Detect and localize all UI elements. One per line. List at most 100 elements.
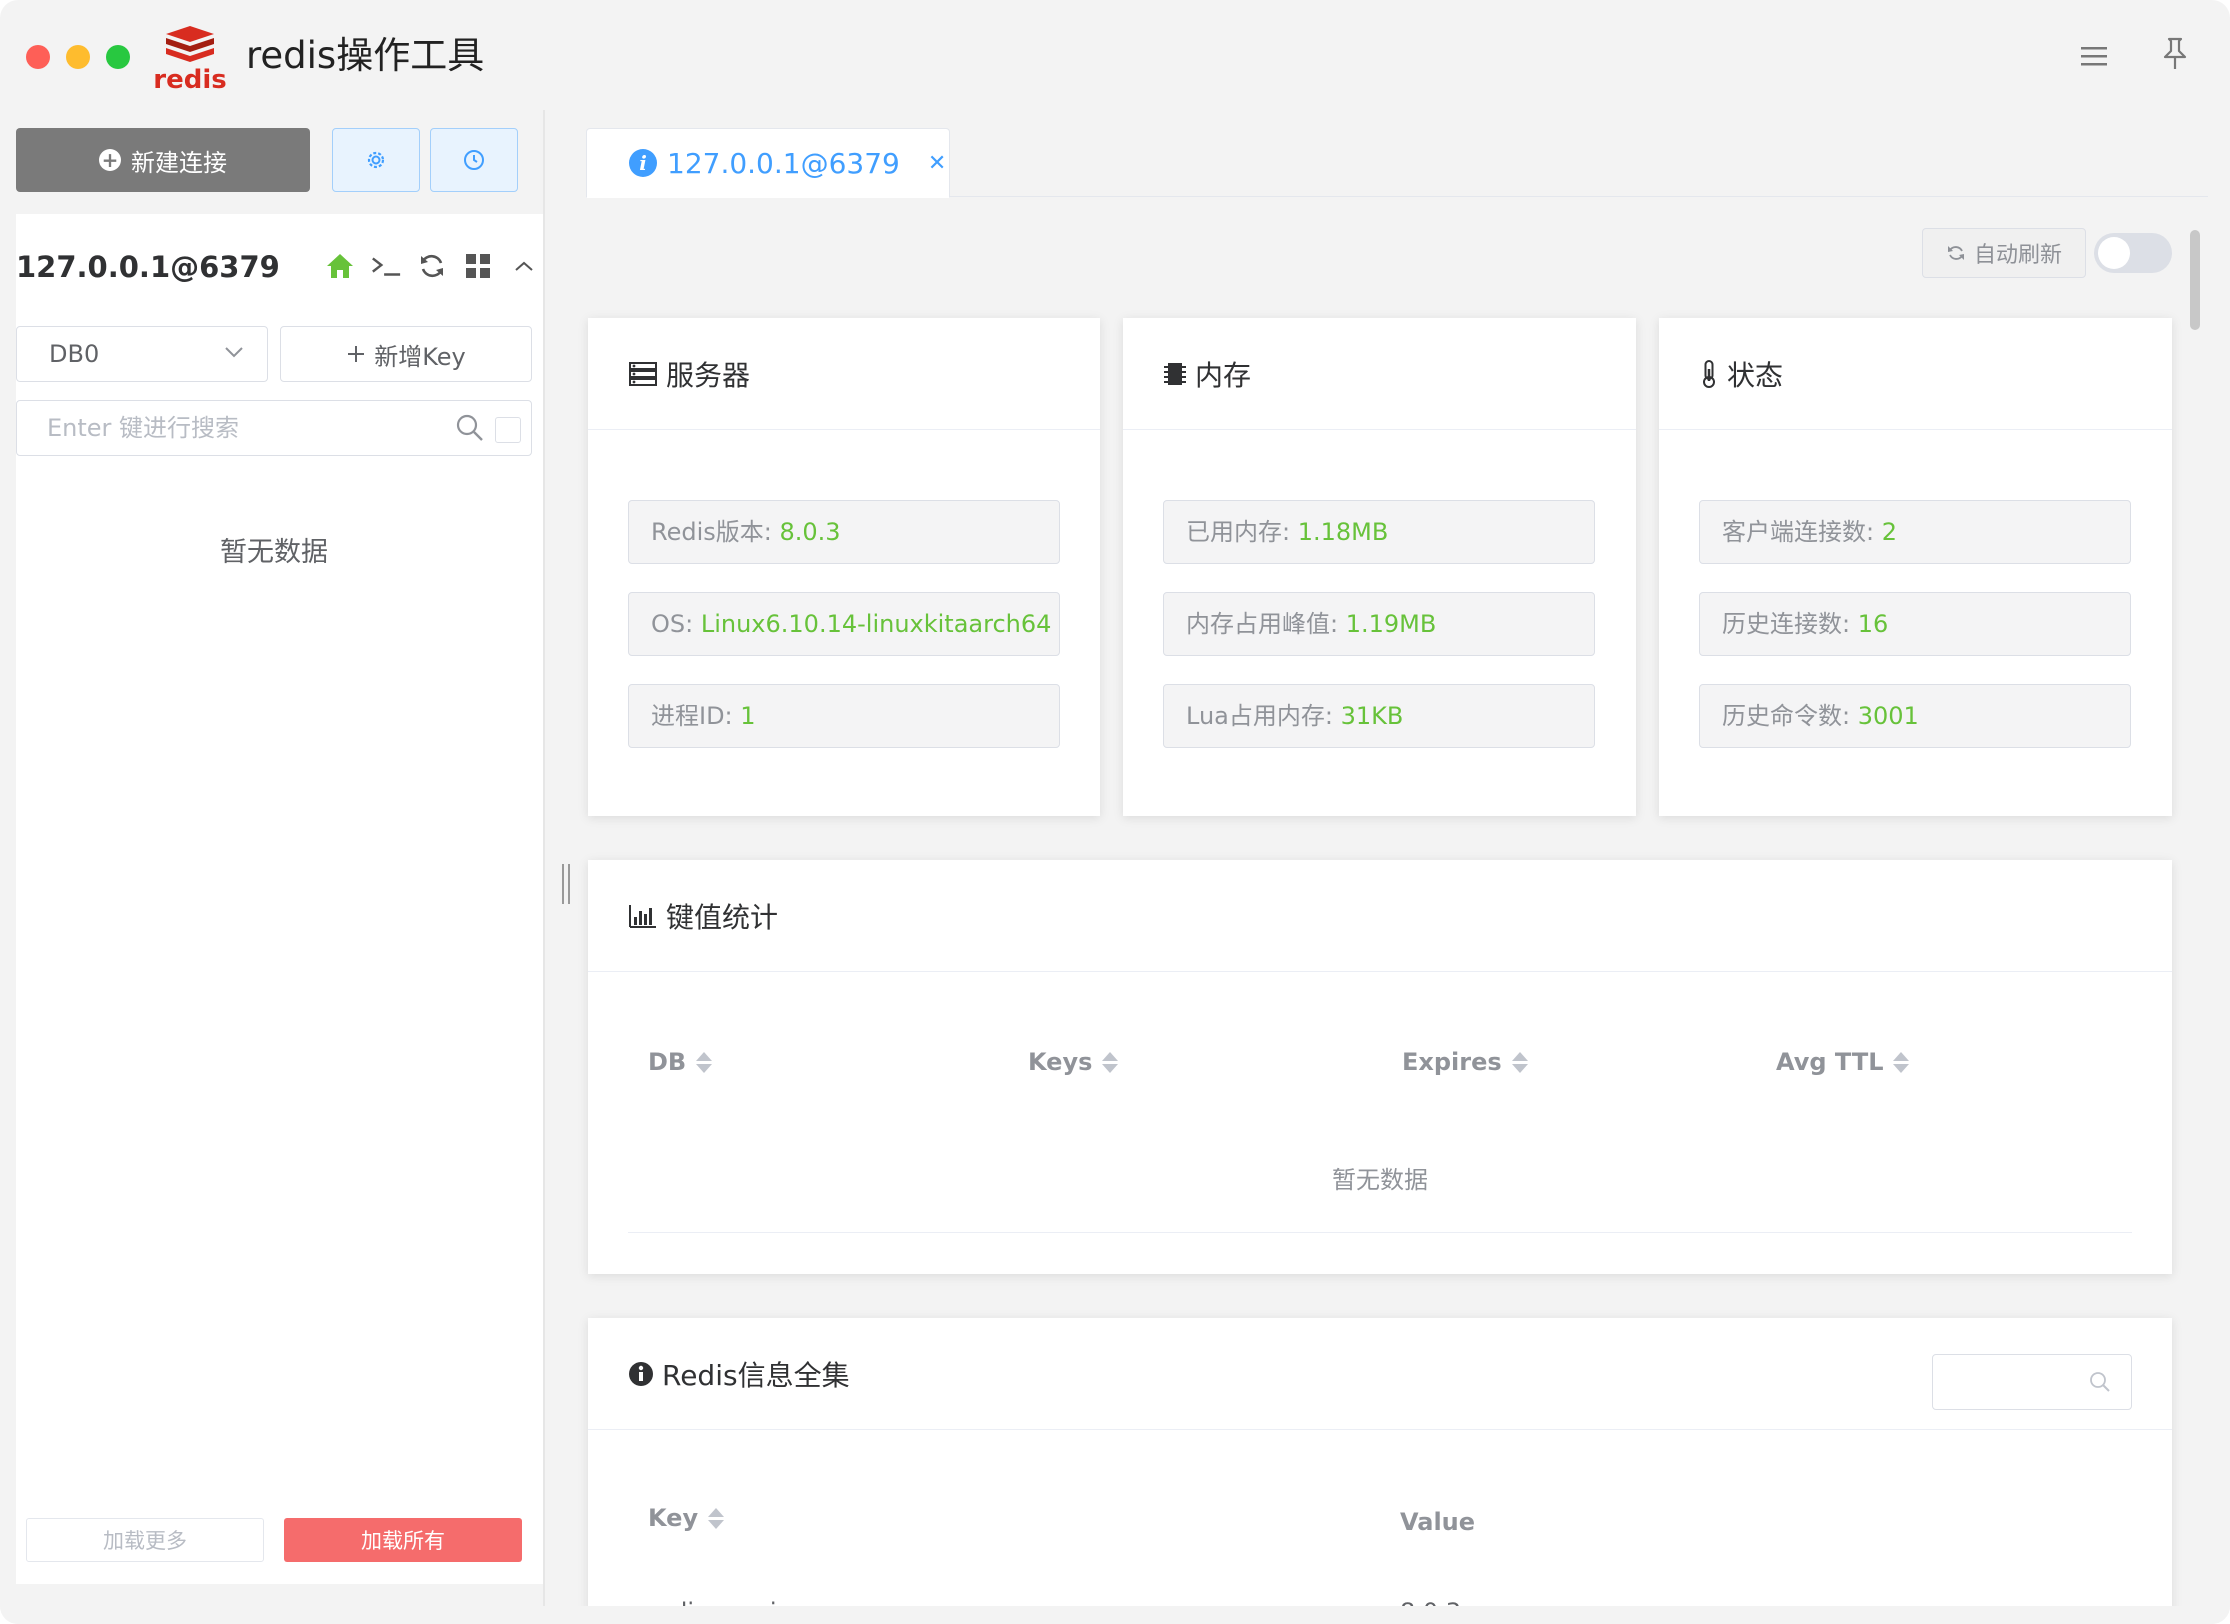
info-value: 1.19MB [1345,610,1437,638]
status-card: 状态 客户端连接数: 2 历史连接数: 16 历史命令数: 3001 [1659,318,2172,816]
redis-info-title: Redis信息全集 [662,1358,850,1392]
status-card-title: 状态 [1727,358,1784,392]
search-icon [2090,1372,2110,1392]
search-icon[interactable] [455,413,485,443]
grid-icon[interactable] [462,250,494,282]
key-search-input[interactable] [47,411,447,445]
auto-refresh-label: 自动刷新 [1973,243,2062,268]
history-button[interactable] [430,128,518,192]
chevron-up-icon[interactable] [508,250,540,282]
auto-refresh-toggle[interactable] [2094,233,2172,273]
table-divider [628,1232,2132,1233]
thermometer-icon [1703,359,1715,388]
main-scrollbar[interactable] [2190,230,2200,330]
refresh-icon[interactable] [416,250,448,282]
column-avg-ttl[interactable]: Avg TTL [1776,1048,1910,1076]
sidebar-divider [543,110,545,1610]
info-label: OS: [651,610,701,638]
empty-keys-text: 暂无数据 [220,537,328,568]
info-circle-icon [629,1361,653,1386]
info-label: 已用内存: [1186,518,1298,546]
connection-actions [324,250,540,282]
redis-info-card: Redis信息全集 Key Value redis_version 8.0.3 [588,1318,2172,1624]
server-icon [629,361,657,386]
column-label: Expires [1402,1048,1502,1076]
server-card-header: 服务器 [588,318,1100,430]
info-label: Redis版本: [651,518,780,546]
terminal-icon[interactable] [370,250,402,282]
server-card: 服务器 Redis版本: 8.0.3 OS: Linux6.10.14-linu… [588,318,1100,816]
add-key-label: 新增Key [374,342,466,371]
info-label: 内存占用峰值: [1186,610,1346,638]
clock-icon [464,150,484,170]
info-label: Lua占用内存: [1186,702,1341,730]
column-label: Key [648,1504,699,1532]
redis-logo: redis [153,22,227,95]
new-connection-button[interactable]: + 新建连接 [16,128,310,192]
column-db[interactable]: DB [648,1048,713,1076]
sort-icon[interactable] [696,1051,713,1073]
gear-icon [367,151,385,169]
key-search-box [16,400,532,456]
db-select[interactable]: DB0 [16,326,268,382]
info-label: 历史命令数: [1722,702,1858,730]
auto-refresh-button[interactable]: 自动刷新 [1922,228,2086,278]
info-redis-version: Redis版本: 8.0.3 [628,500,1060,564]
hamburger-menu-icon[interactable] [2078,40,2110,72]
db-select-value: DB0 [49,340,100,368]
info-value: 1.18MB [1297,518,1389,546]
resize-handle[interactable] [562,864,570,904]
sort-icon[interactable] [1102,1051,1119,1073]
bar-chart-icon [629,904,656,928]
sort-icon[interactable] [1511,1051,1528,1073]
settings-button[interactable] [332,128,420,192]
title-bar: redis redis操作工具 [0,0,2230,110]
add-key-button[interactable]: 新增Key [280,326,532,382]
sidebar-panel: 127.0.0.1@6379 DB0 新增Key Enter 键进行搜索 暂无数… [16,214,544,1584]
logo-text: redis [154,65,226,92]
column-keys[interactable]: Keys [1028,1048,1119,1076]
column-key[interactable]: Key [648,1504,725,1532]
minimize-window-button[interactable] [66,45,90,69]
info-value: 8.0.3 [779,518,841,546]
info-search-input[interactable] [1932,1354,2132,1410]
plus-icon [348,346,365,362]
info-client-connections: 客户端连接数: 2 [1699,500,2131,564]
exact-match-checkbox[interactable] [495,417,521,443]
maximize-window-button[interactable] [106,45,130,69]
sort-icon[interactable] [708,1507,725,1529]
info-total-connections: 历史连接数: 16 [1699,592,2131,656]
close-window-button[interactable] [26,45,50,69]
info-value: 16 [1857,610,1889,638]
info-value: Linux6.10.14-linuxkitaarch64 [700,610,1052,638]
column-label: DB [648,1048,687,1076]
info-label: 进程ID: [651,702,741,730]
info-value: 3001 [1857,702,1919,730]
status-card-header: 状态 [1659,318,2172,430]
home-icon[interactable] [324,250,356,282]
memory-chip-icon [1164,362,1186,385]
memory-card-header: 内存 [1123,318,1636,430]
key-stats-title: 键值统计 [666,900,779,934]
plus-circle-icon: + [99,149,121,171]
window-bottom-edge [0,1606,2230,1624]
connection-name: 127.0.0.1@6379 [16,250,280,284]
info-icon: i [629,149,657,177]
key-stats-card: 键值统计 DB Keys Expires Avg TTL 暂无数据 [588,860,2172,1274]
refresh-icon [1947,246,1964,260]
sort-icon[interactable] [1893,1051,1910,1073]
pin-icon[interactable] [2160,36,2190,72]
tab-label: 127.0.0.1@6379 [667,146,900,180]
column-expires[interactable]: Expires [1402,1048,1528,1076]
info-os: OS: Linux6.10.14-linuxkitaarch64 [628,592,1060,656]
new-connection-label: 新建连接 [131,148,227,177]
info-value: 2 [1881,518,1897,546]
key-stats-header: 键值统计 [588,860,2172,972]
tab-connection-info[interactable]: i 127.0.0.1@6379 ✕ [586,128,950,198]
tab-close-icon[interactable]: ✕ [928,151,946,176]
load-all-button[interactable]: 加载所有 [284,1518,522,1562]
info-total-commands: 历史命令数: 3001 [1699,684,2131,748]
server-card-title: 服务器 [666,358,751,392]
chevron-down-icon [225,347,243,358]
load-more-button[interactable]: 加载更多 [26,1518,264,1562]
